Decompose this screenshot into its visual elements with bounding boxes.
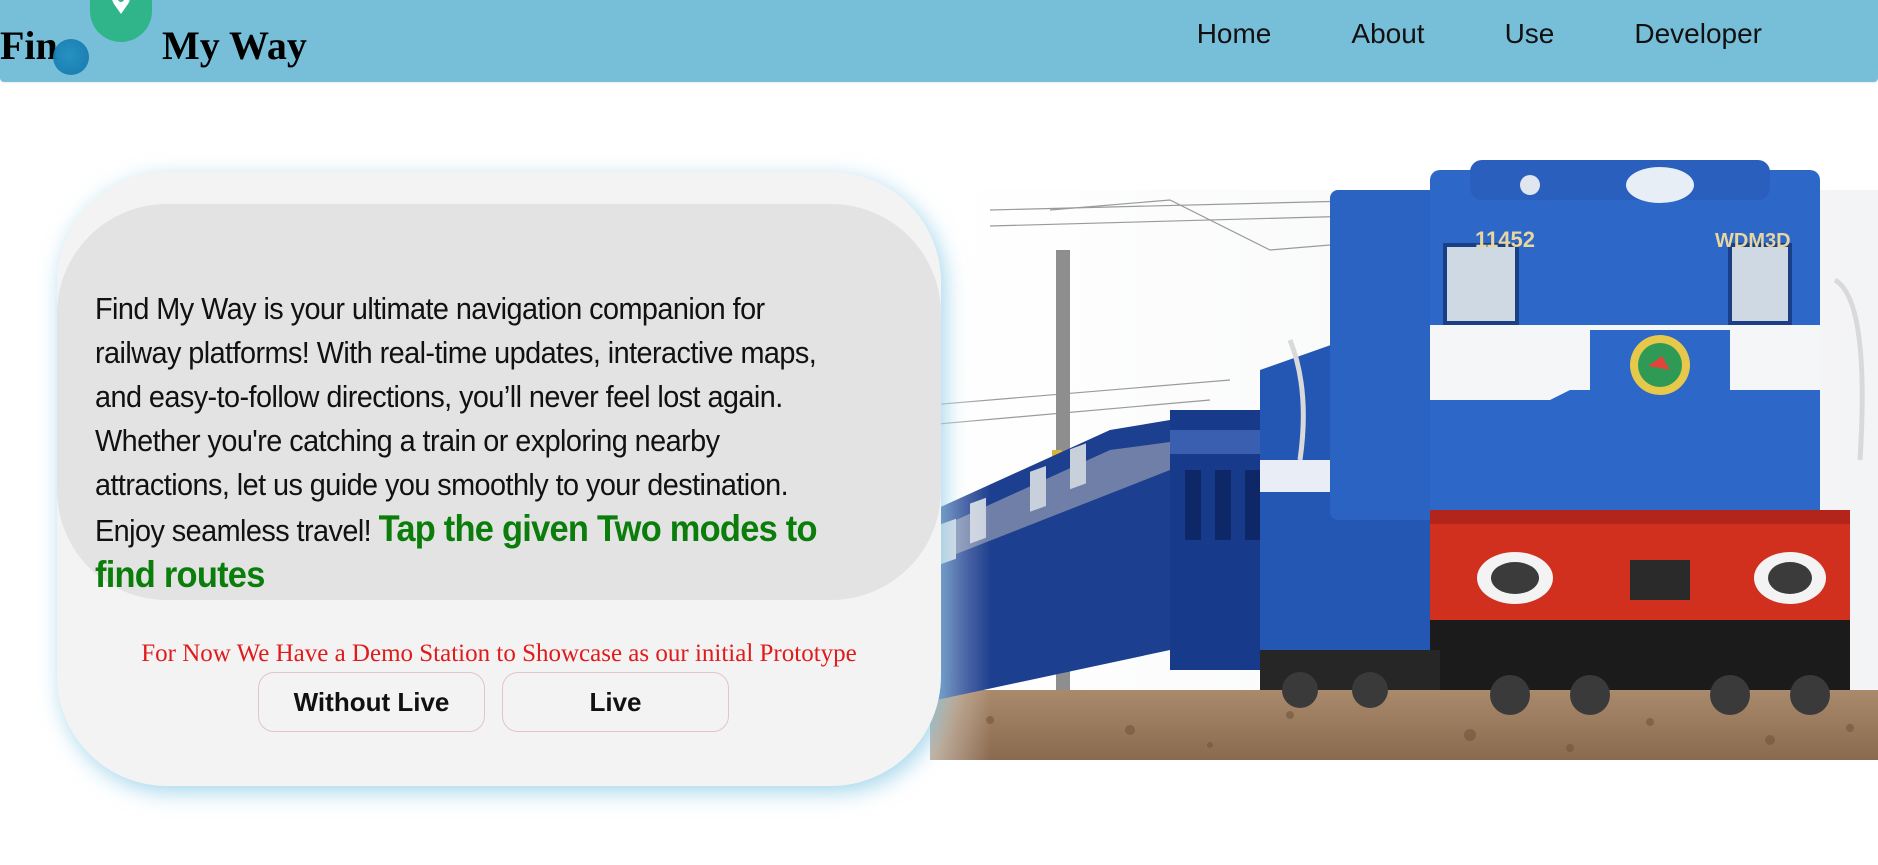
brand-name-first: Fin [0,23,58,68]
main-nav: Home About Use Developer [1197,18,1762,50]
map-pin-badge [90,0,152,42]
hero-train-image: 11452 WDM3D [870,130,1878,760]
live-button[interactable]: Live [502,672,729,732]
nav-link-about[interactable]: About [1351,18,1424,50]
nav-link-use[interactable]: Use [1505,18,1555,50]
map-pin-icon [112,0,130,14]
locomotive-illustration: 11452 WDM3D [870,130,1878,760]
logo-dot-icon [53,39,89,75]
nav-link-home[interactable]: Home [1197,18,1272,50]
intro-description: Find My Way is your ultimate navigation … [95,287,850,599]
prototype-notice: For Now We Have a Demo Station to Showca… [141,640,857,667]
navbar: Fin My Way Home About Use Developer [0,0,1878,82]
intro-card: Find My Way is your ultimate navigation … [57,172,941,786]
brand-name-second: My Way [162,23,307,68]
without-live-button[interactable]: Without Live [258,672,485,732]
intro-text-panel: Find My Way is your ultimate navigation … [57,204,941,600]
nav-link-developer[interactable]: Developer [1634,18,1762,50]
mode-buttons: Without Live Live [258,672,729,732]
